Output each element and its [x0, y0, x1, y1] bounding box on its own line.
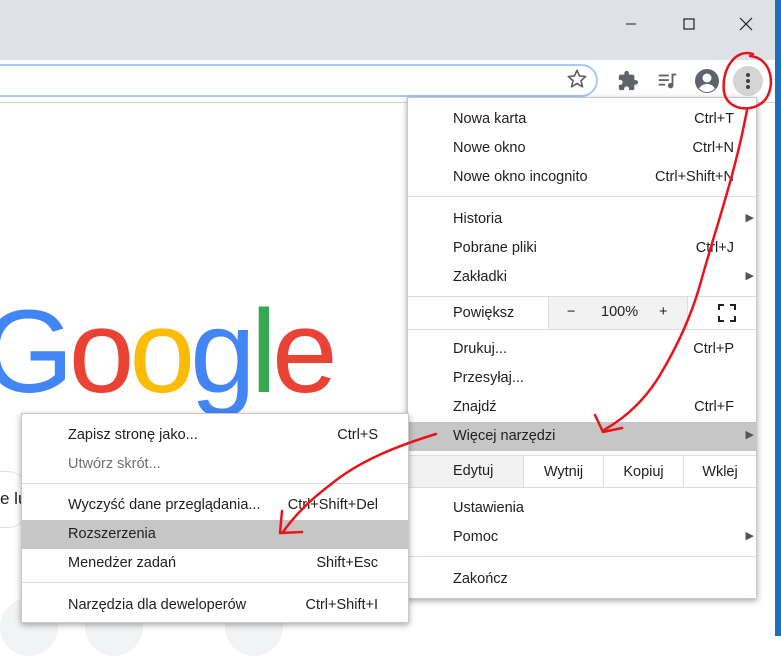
profile-button[interactable] — [694, 68, 720, 94]
menu-item-more-tools[interactable]: Więcej narzędzi ▶ — [408, 422, 756, 451]
menu-item-label: Pobrane pliki — [453, 240, 537, 256]
media-control-button[interactable] — [654, 68, 680, 94]
minimize-button[interactable] — [608, 8, 654, 40]
cut-button[interactable]: Wytnij — [523, 456, 603, 487]
logo-letter: g — [190, 286, 256, 418]
menu-item-cast[interactable]: Przesyłaj... — [408, 364, 756, 393]
menu-item-label: Przesyłaj... — [453, 370, 524, 386]
menu-item-label: Nowe okno — [453, 140, 526, 156]
zoom-label: Powiększ — [453, 305, 515, 321]
logo-letter: e — [271, 286, 338, 418]
submenu-item-label: Zapisz stronę jako... — [68, 427, 198, 443]
menu-item-shortcut: Ctrl+P — [693, 341, 734, 357]
maximize-icon — [683, 18, 695, 30]
menu-separator — [22, 582, 408, 583]
logo-letter: o — [129, 286, 195, 418]
menu-edit-row: Edytuj Wytnij Kopiuj Wklej — [408, 456, 756, 487]
menu-item-history[interactable]: Historia ▶ — [408, 205, 756, 234]
submenu-item-label: Wyczyść dane przeglądania... — [68, 497, 261, 513]
menu-item-bookmarks[interactable]: Zakładki ▶ — [408, 263, 756, 292]
menu-separator — [22, 483, 408, 484]
menu-separator — [408, 487, 756, 488]
maximize-button[interactable] — [666, 8, 712, 40]
zoom-out-button[interactable]: − — [567, 304, 575, 320]
submenu-item-create-shortcut[interactable]: Utwórz skrót... — [22, 450, 408, 479]
menu-item-label: Znajdź — [453, 399, 497, 415]
menu-zoom-row: Powiększ − 100% + — [408, 297, 756, 329]
menu-item-downloads[interactable]: Pobrane pliki Ctrl+J — [408, 234, 756, 263]
three-dots-menu-icon — [746, 73, 750, 89]
logo-letter: l — [250, 286, 277, 418]
puzzle-extensions-icon — [618, 70, 639, 91]
submenu-item-label: Rozszerzenia — [68, 526, 156, 542]
submenu-arrow-icon: ▶ — [745, 530, 754, 542]
submenu-item-save-page[interactable]: Zapisz stronę jako... Ctrl+S — [22, 421, 408, 450]
menu-item-label: Więcej narzędzi — [453, 428, 556, 444]
chrome-menu-button[interactable] — [733, 66, 763, 96]
edit-label: Edytuj — [453, 463, 494, 479]
google-logo: Google — [0, 293, 338, 411]
submenu-item-task-manager[interactable]: Menedżer zadań Shift+Esc — [22, 549, 408, 578]
menu-item-label: Pomoc — [453, 529, 499, 545]
submenu-item-shortcut: Ctrl+Shift+I — [305, 597, 378, 613]
menu-item-find[interactable]: Znajdź Ctrl+F — [408, 393, 756, 422]
paste-button[interactable]: Wklej — [683, 456, 756, 487]
submenu-item-label: Menedżer zadań — [68, 555, 177, 571]
menu-item-new-tab[interactable]: Nowa karta Ctrl+T — [408, 105, 756, 134]
submenu-arrow-icon: ▶ — [745, 212, 754, 224]
menu-item-help[interactable]: Pomoc ▶ — [408, 523, 756, 552]
close-icon — [739, 17, 753, 31]
submenu-item-label: Narzędzia dla deweloperów — [68, 597, 247, 613]
title-bar — [0, 0, 775, 60]
zoom-level: 100% — [601, 304, 639, 320]
address-bar[interactable] — [0, 64, 598, 97]
submenu-arrow-icon: ▶ — [745, 270, 754, 282]
zoom-control: − 100% + — [548, 297, 688, 329]
submenu-item-shortcut: Ctrl+Shift+Del — [287, 497, 378, 513]
submenu-item-dev-tools[interactable]: Narzędzia dla deweloperów Ctrl+Shift+I — [22, 591, 408, 620]
menu-item-shortcut: Ctrl+N — [692, 140, 735, 156]
menu-item-label: Historia — [453, 211, 503, 227]
submenu-item-shortcut: Ctrl+S — [337, 427, 378, 443]
more-tools-submenu: Zapisz stronę jako... Ctrl+S Utwórz skrót… — [21, 413, 409, 623]
chrome-main-menu: Nowa karta Ctrl+T Nowe okno Ctrl+N Nowe ok… — [407, 97, 757, 599]
minimize-icon — [626, 23, 636, 25]
menu-item-shortcut: Ctrl+F — [694, 399, 734, 415]
menu-item-incognito[interactable]: Nowe okno incognito Ctrl+Shift+N — [408, 163, 756, 192]
media-playlist-icon — [658, 73, 677, 89]
menu-item-shortcut: Ctrl+Shift+N — [655, 169, 734, 185]
desktop-background-strip — [775, 0, 781, 636]
menu-item-label: Zakładki — [453, 269, 507, 285]
menu-item-settings[interactable]: Ustawienia — [408, 494, 756, 523]
star-icon[interactable] — [566, 68, 588, 90]
profile-avatar-icon — [695, 69, 719, 93]
menu-item-label: Nowa karta — [453, 111, 527, 127]
menu-item-label: Drukuj... — [453, 341, 507, 357]
menu-item-new-window[interactable]: Nowe okno Ctrl+N — [408, 134, 756, 163]
submenu-item-shortcut: Shift+Esc — [316, 555, 378, 571]
logo-letter: o — [68, 286, 135, 418]
menu-separator — [408, 556, 756, 557]
fullscreen-icon[interactable] — [718, 304, 736, 322]
close-button[interactable] — [723, 8, 769, 40]
menu-item-shortcut: Ctrl+J — [695, 240, 734, 256]
menu-item-print[interactable]: Drukuj... Ctrl+P — [408, 335, 756, 364]
menu-item-label: Zakończ — [453, 571, 508, 587]
extensions-button[interactable] — [615, 68, 641, 94]
submenu-arrow-icon: ▶ — [745, 429, 754, 441]
submenu-item-clear-data[interactable]: Wyczyść dane przeglądania... Ctrl+Shift+D… — [22, 491, 408, 520]
menu-separator — [408, 329, 756, 330]
copy-button[interactable]: Kopiuj — [603, 456, 683, 487]
menu-separator — [408, 196, 756, 197]
menu-item-label: Nowe okno incognito — [453, 169, 588, 185]
logo-letter: G — [0, 286, 74, 418]
submenu-item-label: Utwórz skrót... — [68, 456, 161, 472]
submenu-item-extensions[interactable]: Rozszerzenia — [22, 520, 408, 549]
menu-item-exit[interactable]: Zakończ — [408, 565, 756, 594]
zoom-in-button[interactable]: + — [659, 304, 667, 320]
menu-item-label: Ustawienia — [453, 500, 524, 516]
menu-item-shortcut: Ctrl+T — [694, 111, 734, 127]
